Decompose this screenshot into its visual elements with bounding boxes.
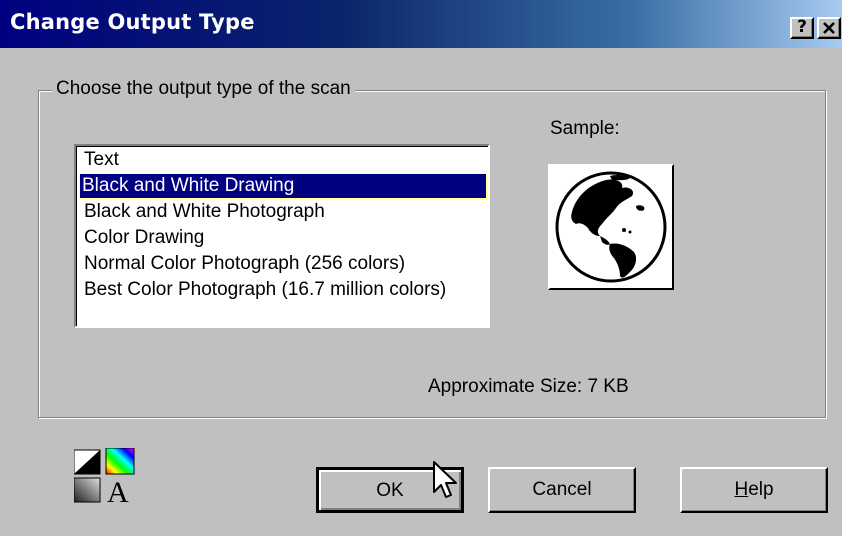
list-item-text[interactable]: Text (82, 148, 123, 172)
approximate-size-label: Approximate Size: 7 KB (428, 376, 629, 397)
list-item-normal-color-photo[interactable]: Normal Color Photograph (256 colors) (82, 252, 409, 276)
sample-label: Sample: (550, 118, 620, 139)
list-item-bw-drawing[interactable]: Black and White Drawing (79, 173, 487, 199)
window-title: Change Output Type (10, 10, 255, 34)
sample-preview (548, 164, 674, 290)
close-button[interactable] (817, 17, 841, 39)
list-item-color-drawing[interactable]: Color Drawing (82, 226, 208, 250)
help-title-button[interactable]: ? (790, 17, 814, 39)
output-type-listbox[interactable]: Text Black and White Drawing Black and W… (74, 144, 490, 328)
help-label-rest: elp (748, 479, 774, 500)
close-icon (823, 22, 835, 34)
change-output-type-dialog: Change Output Type ? Choose the output t… (0, 0, 842, 536)
globe-icon (555, 171, 667, 283)
mouse-cursor-icon (432, 460, 462, 504)
list-item-bw-photograph[interactable]: Black and White Photograph (82, 200, 329, 224)
group-legend: Choose the output type of the scan (52, 78, 355, 100)
help-mnemonic: H (734, 479, 749, 500)
list-item-best-color-photo[interactable]: Best Color Photograph (16.7 million colo… (82, 278, 450, 302)
cancel-button[interactable]: Cancel (488, 467, 636, 513)
help-button[interactable]: Help (680, 467, 828, 513)
title-bar[interactable]: Change Output Type ? (0, 0, 842, 48)
output-type-icon: A (73, 447, 142, 509)
svg-text:A: A (107, 476, 129, 504)
